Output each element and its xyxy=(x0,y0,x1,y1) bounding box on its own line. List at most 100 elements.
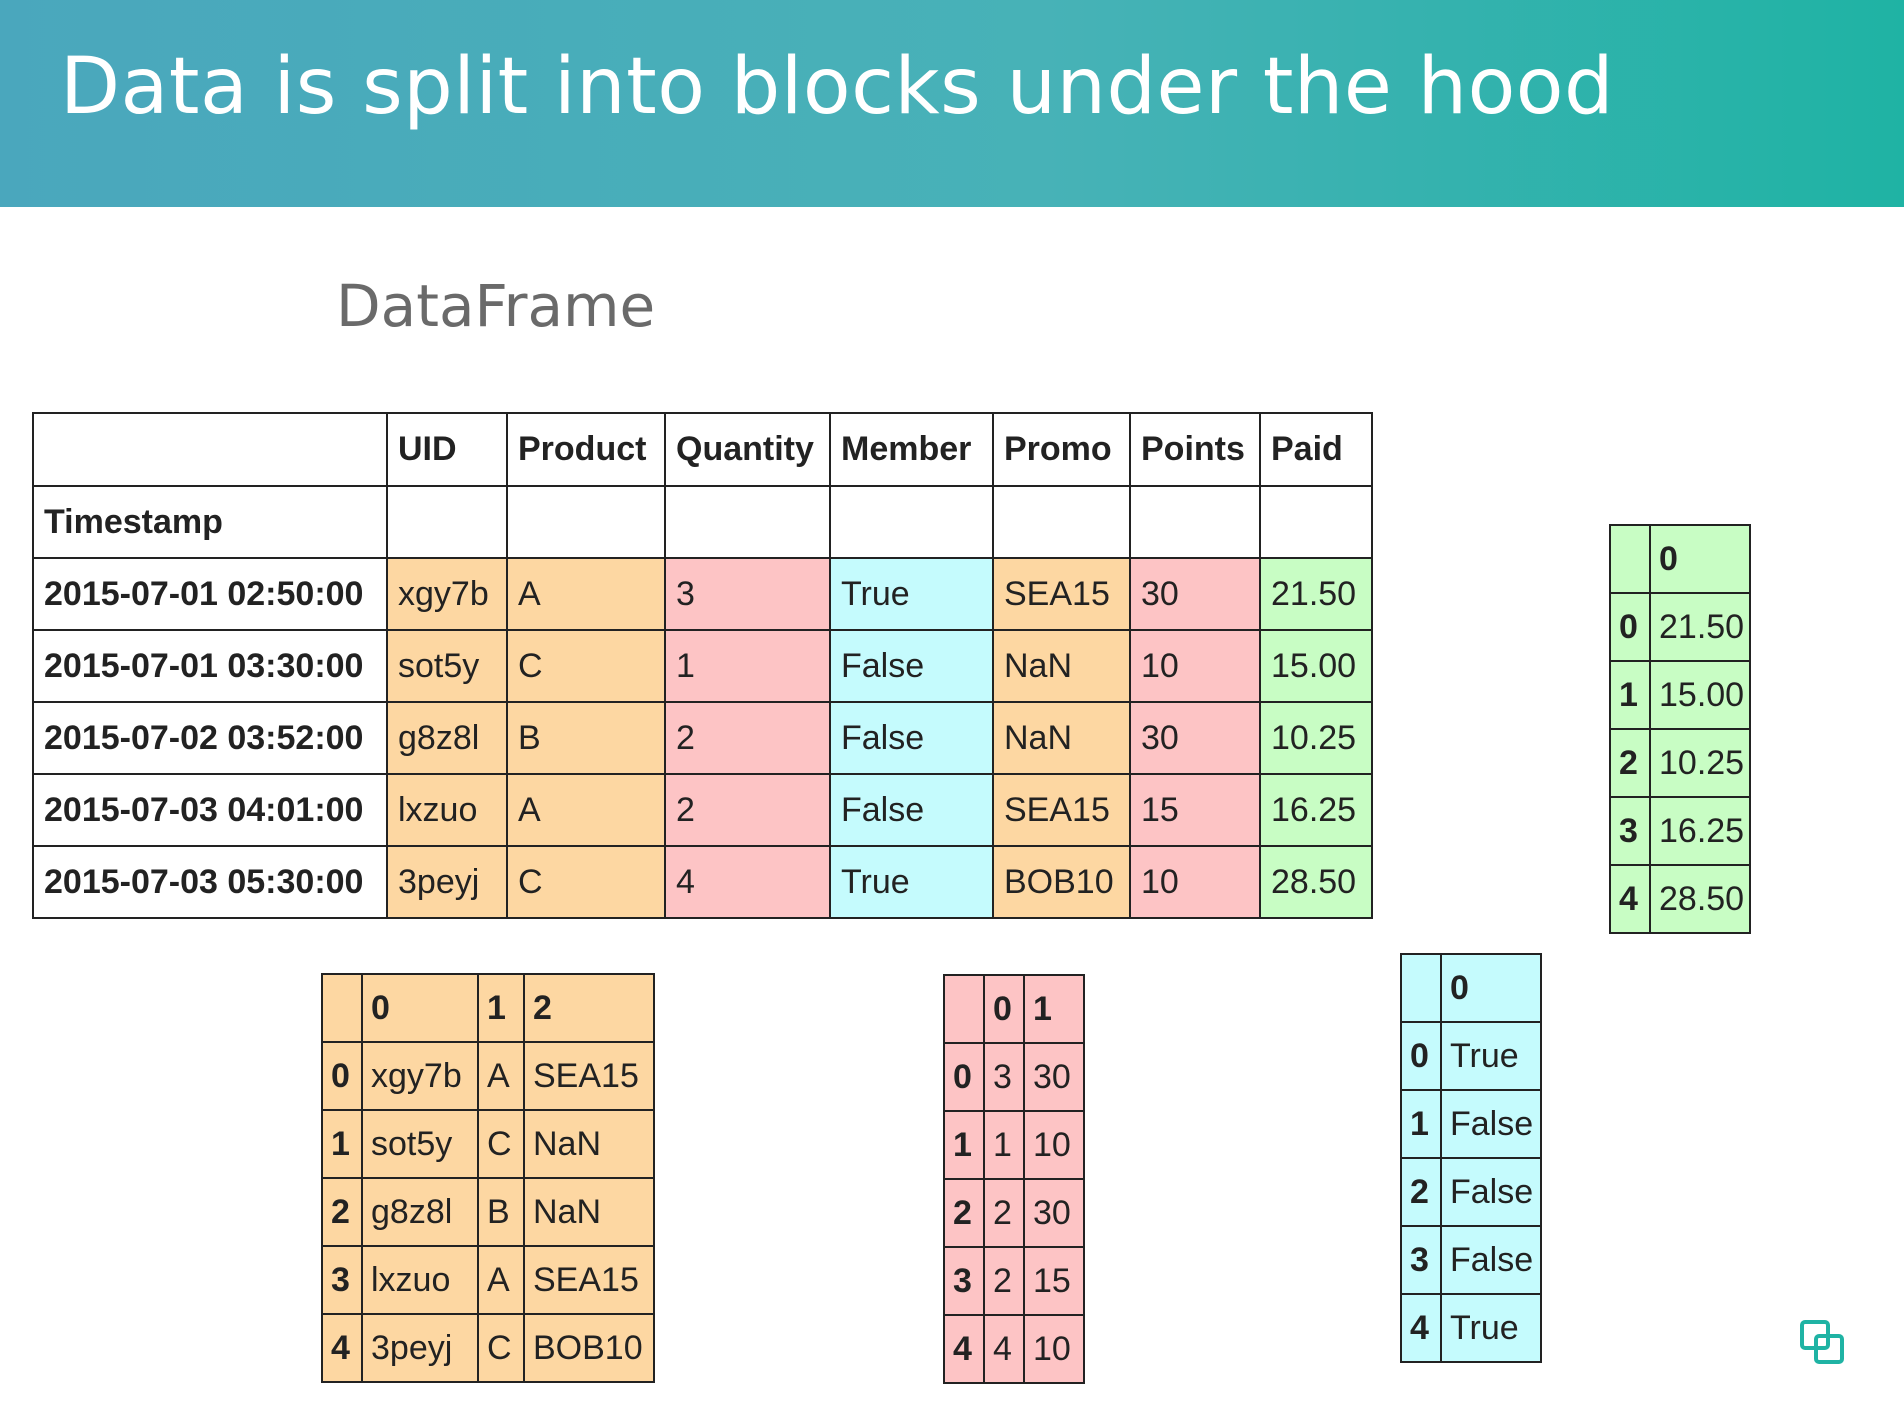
corner-cell xyxy=(321,973,363,1043)
table-row: 1 1 10 xyxy=(943,1110,1085,1180)
row-index: 2 xyxy=(943,1178,985,1248)
block-column-header: 2 xyxy=(523,973,655,1043)
overlapping-squares-icon xyxy=(1800,1320,1844,1364)
row-index: 3 xyxy=(1609,796,1651,866)
block-column-header: 0 xyxy=(983,974,1025,1044)
row-index: 2 xyxy=(1400,1157,1442,1227)
column-header: Quantity xyxy=(664,412,831,487)
block-cell: NaN xyxy=(523,1109,655,1179)
block-column-header: 0 xyxy=(361,973,479,1043)
uid-cell: sot5y xyxy=(386,629,508,703)
block-cell: 30 xyxy=(1023,1042,1085,1112)
block-cell: SEA15 xyxy=(523,1041,655,1111)
table-row: 1 sot5y C NaN xyxy=(321,1109,655,1179)
empty-cell xyxy=(829,485,994,559)
row-index: 1 xyxy=(943,1110,985,1180)
product-cell: B xyxy=(506,701,666,775)
table-row: 4 3peyj C BOB10 xyxy=(321,1313,655,1383)
paid-cell: 15.00 xyxy=(1259,629,1373,703)
table-row: 2015-07-02 03:52:00 g8z8l B 2 False NaN … xyxy=(32,701,1373,775)
row-index: 2015-07-03 04:01:00 xyxy=(32,773,388,847)
column-header: Product xyxy=(506,412,666,487)
product-cell: A xyxy=(506,773,666,847)
table-row: 4 4 10 xyxy=(943,1314,1085,1384)
block-column-header: 0 xyxy=(1440,953,1542,1023)
empty-cell xyxy=(506,485,666,559)
corner-cell xyxy=(32,412,388,487)
row-index: 2015-07-02 03:52:00 xyxy=(32,701,388,775)
table-row: 2015-07-03 05:30:00 3peyj C 4 True BOB10… xyxy=(32,845,1373,919)
row-index: 1 xyxy=(1609,660,1651,730)
paid-cell: 10.25 xyxy=(1259,701,1373,775)
table-row: 2015-07-01 03:30:00 sot5y C 1 False NaN … xyxy=(32,629,1373,703)
table-row: 0 3 30 xyxy=(943,1042,1085,1112)
block-cell: 3peyj xyxy=(361,1313,479,1383)
member-cell: False xyxy=(829,701,994,775)
quantity-cell: 1 xyxy=(664,629,831,703)
block-cell: sot5y xyxy=(361,1109,479,1179)
member-cell: False xyxy=(829,629,994,703)
slide-title: Data is split into blocks under the hood xyxy=(60,42,1615,132)
block-cell: 28.50 xyxy=(1649,864,1751,934)
row-index: 4 xyxy=(943,1314,985,1384)
table-row: 2015-07-01 02:50:00 xgy7b A 3 True SEA15… xyxy=(32,557,1373,631)
quantity-cell: 2 xyxy=(664,773,831,847)
corner-cell xyxy=(943,974,985,1044)
table-row: 2 10.25 xyxy=(1609,728,1751,798)
row-index: 0 xyxy=(321,1041,363,1111)
empty-cell xyxy=(664,485,831,559)
uid-cell: xgy7b xyxy=(386,557,508,631)
block-cell: 15.00 xyxy=(1649,660,1751,730)
table-row: 0 True xyxy=(1400,1021,1542,1091)
dataframe-table: UID Product Quantity Member Promo Points… xyxy=(32,412,1373,919)
table-row: 0 21.50 xyxy=(1609,592,1751,662)
paid-cell: 16.25 xyxy=(1259,773,1373,847)
quantity-cell: 4 xyxy=(664,845,831,919)
member-cell: True xyxy=(829,845,994,919)
row-index: 0 xyxy=(1609,592,1651,662)
column-header: Promo xyxy=(992,412,1131,487)
empty-cell xyxy=(992,485,1131,559)
table-row: 1 15.00 xyxy=(1609,660,1751,730)
table-row: 3 2 15 xyxy=(943,1246,1085,1316)
block-cell: C xyxy=(477,1109,525,1179)
block-cell: 21.50 xyxy=(1649,592,1751,662)
block-cell: False xyxy=(1440,1157,1542,1227)
block-cell: 2 xyxy=(983,1246,1025,1316)
table-row: 2 g8z8l B NaN xyxy=(321,1177,655,1247)
int-block-table: 0 1 0 3 30 1 1 10 2 2 30 3 2 15 4 4 10 xyxy=(943,974,1085,1384)
promo-cell: SEA15 xyxy=(992,773,1131,847)
member-cell: True xyxy=(829,557,994,631)
block-header-row: 0 1 2 xyxy=(321,973,655,1043)
table-row: 1 False xyxy=(1400,1089,1542,1159)
row-index: 1 xyxy=(1400,1089,1442,1159)
float-block-table: 0 0 21.50 1 15.00 2 10.25 3 16.25 4 28.5… xyxy=(1609,524,1751,934)
block-cell: B xyxy=(477,1177,525,1247)
block-cell: 2 xyxy=(983,1178,1025,1248)
table-row: 2 False xyxy=(1400,1157,1542,1227)
column-header: Paid xyxy=(1259,412,1373,487)
block-header-row: 0 1 xyxy=(943,974,1085,1044)
promo-cell: SEA15 xyxy=(992,557,1131,631)
dataframe-caption: DataFrame xyxy=(336,272,656,340)
product-cell: C xyxy=(506,845,666,919)
points-cell: 10 xyxy=(1129,845,1261,919)
table-row: 3 16.25 xyxy=(1609,796,1751,866)
row-index: 4 xyxy=(1609,864,1651,934)
block-cell: lxzuo xyxy=(361,1245,479,1315)
quantity-cell: 2 xyxy=(664,701,831,775)
member-cell: False xyxy=(829,773,994,847)
block-cell: 10.25 xyxy=(1649,728,1751,798)
uid-cell: 3peyj xyxy=(386,845,508,919)
product-cell: A xyxy=(506,557,666,631)
promo-cell: NaN xyxy=(992,701,1131,775)
product-cell: C xyxy=(506,629,666,703)
block-cell: g8z8l xyxy=(361,1177,479,1247)
uid-cell: lxzuo xyxy=(386,773,508,847)
table-row: 0 xgy7b A SEA15 xyxy=(321,1041,655,1111)
block-cell: False xyxy=(1440,1089,1542,1159)
block-cell: SEA15 xyxy=(523,1245,655,1315)
points-cell: 15 xyxy=(1129,773,1261,847)
block-cell: A xyxy=(477,1041,525,1111)
block-cell: xgy7b xyxy=(361,1041,479,1111)
